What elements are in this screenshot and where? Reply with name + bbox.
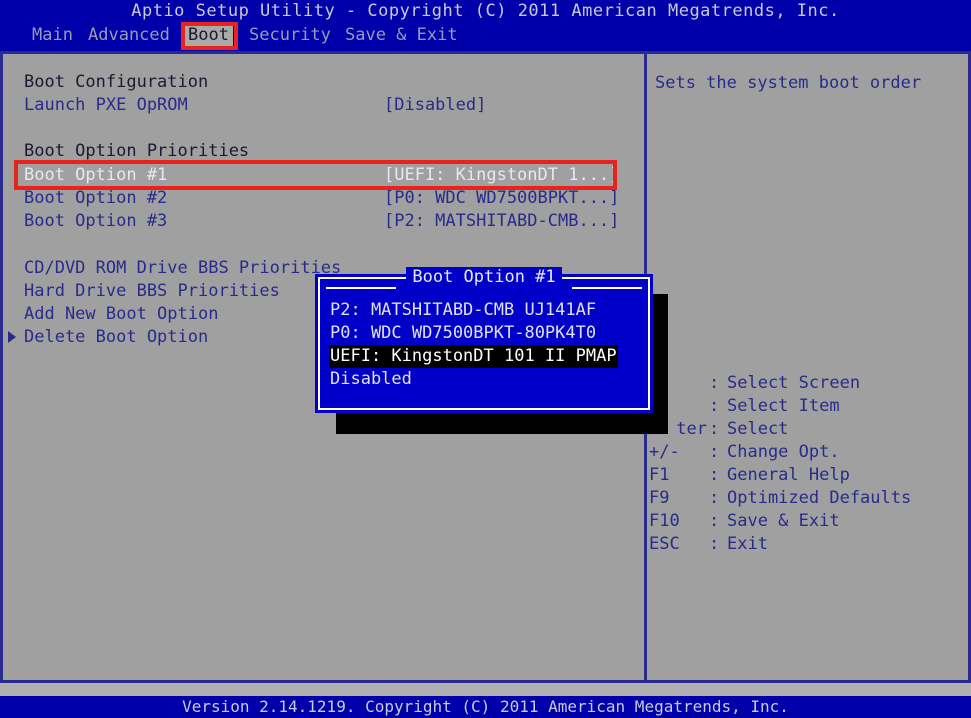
content-left-border: [0, 51, 3, 683]
row-label: Hard Drive BBS Priorities: [24, 281, 280, 301]
row-label: Launch PXE OpROM: [24, 95, 188, 115]
legend-colon: :: [709, 442, 720, 462]
tab-security[interactable]: Security: [245, 24, 335, 47]
legend-key: ESC: [649, 534, 680, 554]
legend-row-general-help: F1 : General Help: [647, 464, 968, 487]
popup-option-list: P2: MATSHITABD-CMB UJ141AF P0: WDC WD750…: [320, 299, 648, 391]
legend-desc: Select Screen: [727, 373, 861, 393]
tab-boot[interactable]: Boot: [184, 24, 233, 47]
row-value: [P2: MATSHITABD-CMB...]: [384, 211, 620, 231]
row-label: Add New Boot Option: [24, 304, 219, 324]
row-label: CD/DVD ROM Drive BBS Priorities: [24, 258, 342, 278]
row-label: Boot Option #1: [24, 165, 168, 185]
row-boot-option-3[interactable]: Boot Option #3 [P2: MATSHITABD-CMB...]: [0, 210, 644, 233]
row-launch-pxe-oprom[interactable]: Launch PXE OpROM [Disabled]: [0, 94, 644, 117]
bios-setup-screen: Aptio Setup Utility - Copyright (C) 2011…: [0, 0, 971, 718]
help-description: Sets the system boot order: [655, 73, 922, 93]
window-title: Aptio Setup Utility - Copyright (C) 2011…: [0, 0, 971, 23]
row-boot-option-1[interactable]: Boot Option #1 [UEFI: KingstonDT 1...]: [0, 164, 644, 187]
tab-advanced[interactable]: Advanced: [84, 24, 174, 47]
legend-row-change-opt: +/- : Change Opt.: [647, 441, 968, 464]
row-value: [Disabled]: [384, 95, 487, 115]
row-boot-option-priorities: Boot Option Priorities: [0, 140, 644, 163]
legend-colon: :: [709, 419, 720, 439]
legend-colon: :: [709, 534, 720, 554]
legend-desc: Save & Exit: [727, 511, 840, 531]
help-pane: Sets the system boot order : Select Scre…: [647, 54, 968, 680]
legend-row-select-item: : Select Item: [647, 395, 968, 418]
legend-row-select-screen: : Select Screen: [647, 372, 968, 395]
popup-item-row[interactable]: P0: WDC WD7500BPKT-80PK4T0: [320, 322, 648, 345]
row-boot-configuration: Boot Configuration: [0, 71, 644, 94]
legend-desc: Select: [727, 419, 789, 439]
popup-title: Boot Option #1: [406, 267, 562, 287]
legend-colon: :: [709, 488, 720, 508]
row-label: Boot Option #2: [24, 188, 168, 208]
popup-option-disabled[interactable]: Disabled: [329, 368, 413, 391]
popup-item-row[interactable]: UEFI: KingstonDT 101 II PMAP: [320, 345, 648, 368]
legend-key: F1: [649, 465, 670, 485]
key-legend: : Select Screen : Select Item ter : Sele…: [647, 372, 968, 556]
popup-title-wrap: Boot Option #1: [320, 267, 648, 288]
row-label: Boot Option #3: [24, 211, 168, 231]
popup-option-wdc[interactable]: P0: WDC WD7500BPKT-80PK4T0: [329, 322, 597, 345]
legend-row-save-exit: F10 : Save & Exit: [647, 510, 968, 533]
row-label: Boot Configuration: [24, 72, 209, 92]
popup-item-row[interactable]: Disabled: [320, 368, 648, 391]
legend-desc: Optimized Defaults: [727, 488, 912, 508]
legend-colon: :: [709, 465, 720, 485]
menu-bar: Main Advanced Boot Security Save & Exit: [0, 24, 971, 47]
popup-option-kingston-selected[interactable]: UEFI: KingstonDT 101 II PMAP: [329, 345, 618, 368]
legend-row-exit: ESC : Exit: [647, 533, 968, 556]
legend-colon: :: [709, 396, 720, 416]
row-label: Delete Boot Option: [24, 327, 209, 347]
legend-row-optimized-defaults: F9 : Optimized Defaults: [647, 487, 968, 510]
tab-main[interactable]: Main: [28, 24, 77, 47]
legend-desc: Exit: [727, 534, 768, 554]
legend-desc: Change Opt.: [727, 442, 840, 462]
legend-row-enter-select: ter : Select: [647, 418, 968, 441]
bottom-strip: [0, 683, 971, 696]
legend-key: F10: [649, 511, 680, 531]
row-value: [UEFI: KingstonDT 1...]: [384, 165, 620, 185]
submenu-arrow-icon: [8, 331, 16, 343]
row-label: Boot Option Priorities: [24, 141, 250, 161]
boot-option-popup[interactable]: Boot Option #1 P2: MATSHITABD-CMB UJ141A…: [315, 267, 653, 413]
row-boot-option-2[interactable]: Boot Option #2 [P0: WDC WD7500BPKT...]: [0, 187, 644, 210]
popup-option-matshitabd[interactable]: P2: MATSHITABD-CMB UJ141AF: [329, 299, 597, 322]
legend-desc: General Help: [727, 465, 850, 485]
popup-item-row[interactable]: P2: MATSHITABD-CMB UJ141AF: [320, 299, 648, 322]
version-status-bar: Version 2.14.1219. Copyright (C) 2011 Am…: [0, 696, 971, 718]
legend-key: F9: [649, 488, 670, 508]
legend-colon: :: [709, 373, 720, 393]
tab-save-exit[interactable]: Save & Exit: [341, 24, 462, 47]
row-value: [P0: WDC WD7500BPKT...]: [384, 188, 620, 208]
legend-key: +/-: [649, 442, 680, 462]
legend-desc: Select Item: [727, 396, 840, 416]
legend-colon: :: [709, 511, 720, 531]
